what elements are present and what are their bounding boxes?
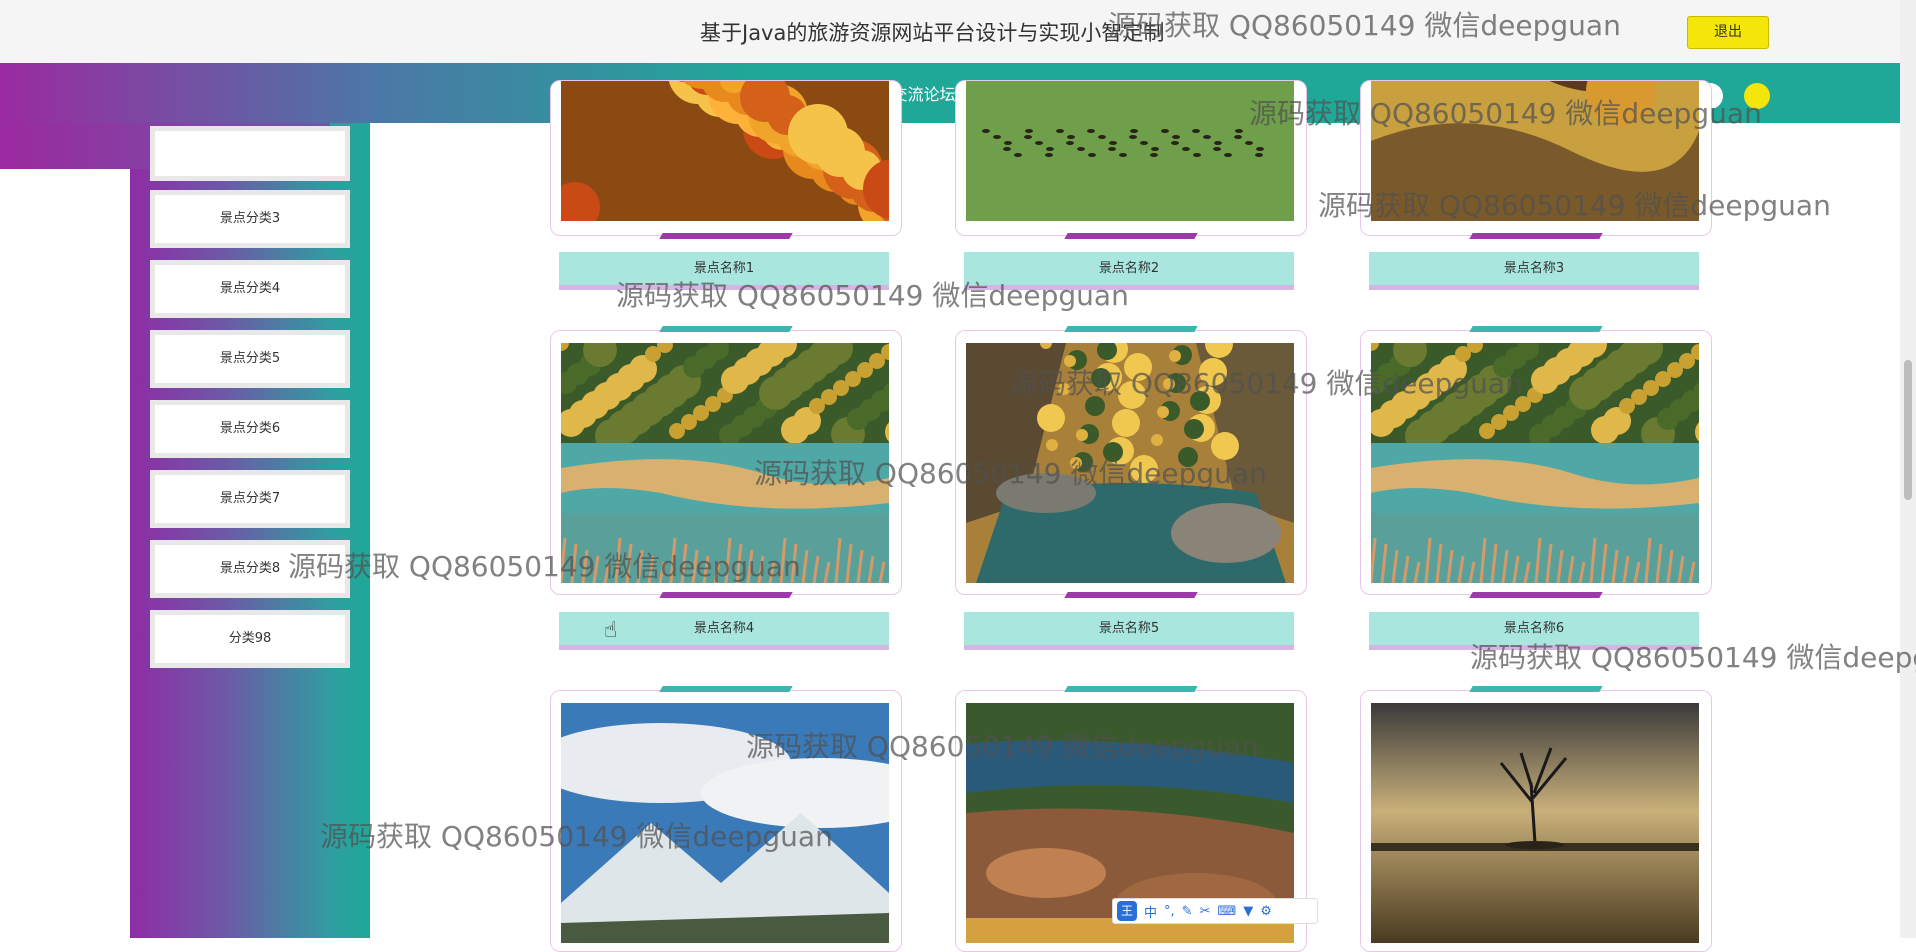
card-top-decoration <box>659 686 793 692</box>
spot-photo[interactable] <box>966 81 1294 221</box>
category-item[interactable]: 景点分类4 <box>150 260 350 318</box>
spot-photo[interactable] <box>1371 81 1699 221</box>
settings-icon[interactable]: ⚙ <box>1260 904 1272 919</box>
spot-photo[interactable] <box>561 343 889 583</box>
spot-photo[interactable] <box>561 81 889 221</box>
category-item[interactable]: 分类98 <box>150 610 350 668</box>
theme-color-dot[interactable] <box>1744 83 1770 109</box>
spot-photo[interactable] <box>561 703 889 951</box>
scrollbar-thumb[interactable] <box>1904 360 1912 500</box>
spot-name[interactable]: 景点名称6 <box>1369 612 1699 650</box>
card-bottom-decoration <box>659 233 793 239</box>
spot-name[interactable]: 景点名称3 <box>1369 252 1699 290</box>
spot-card[interactable] <box>550 326 902 598</box>
spot-card[interactable] <box>550 686 902 952</box>
category-item[interactable]: 景点分类3 <box>150 190 350 248</box>
spot-photo[interactable] <box>1371 703 1699 951</box>
pen-icon[interactable]: ✎ <box>1182 904 1193 919</box>
spot-card[interactable] <box>1360 686 1712 952</box>
spot-card[interactable] <box>955 326 1307 598</box>
card-bottom-decoration <box>1469 592 1603 598</box>
ime-logo-icon: 王 <box>1117 901 1137 921</box>
card-top-decoration <box>1064 326 1198 332</box>
logout-button[interactable]: 退出 <box>1687 16 1769 49</box>
shirt-icon[interactable]: ▼ <box>1243 904 1253 919</box>
card-top-decoration <box>659 326 793 332</box>
spot-card[interactable] <box>1360 326 1712 598</box>
ime-mode[interactable]: 中 <box>1144 902 1157 921</box>
category-item-partial[interactable] <box>150 126 350 181</box>
hand-cursor-icon: ☝ <box>604 618 618 643</box>
card-bottom-decoration <box>1064 233 1198 239</box>
category-item[interactable]: 景点分类5 <box>150 330 350 388</box>
spot-card[interactable] <box>955 80 1307 239</box>
spot-card[interactable] <box>1360 80 1712 239</box>
category-item[interactable]: 景点分类7 <box>150 470 350 528</box>
card-bottom-decoration <box>1064 592 1198 598</box>
ime-toolbar[interactable]: 王 中 °, ✎ ✂ ⌨ ▼ ⚙ <box>1112 898 1318 924</box>
card-bottom-decoration <box>659 592 793 598</box>
card-bottom-decoration <box>1469 233 1603 239</box>
spot-name[interactable]: 景点名称2 <box>964 252 1294 290</box>
category-item[interactable]: 景点分类6 <box>150 400 350 458</box>
card-top-decoration <box>1469 326 1603 332</box>
top-bar: 基于Java的旅游资源网站平台设计与实现小智定制 退出 <box>0 0 1900 63</box>
card-top-decoration <box>1469 686 1603 692</box>
spot-photo[interactable] <box>1371 343 1699 583</box>
scissors-icon[interactable]: ✂ <box>1200 904 1211 919</box>
spot-photo[interactable] <box>966 343 1294 583</box>
punctuation-icon[interactable]: °, <box>1164 904 1175 919</box>
card-top-decoration <box>1064 686 1198 692</box>
spot-name[interactable]: 景点名称5 <box>964 612 1294 650</box>
keyboard-icon[interactable]: ⌨ <box>1217 904 1236 919</box>
spot-name[interactable]: 景点名称1 <box>559 252 889 290</box>
spot-card[interactable] <box>550 80 902 239</box>
site-title: 基于Java的旅游资源网站平台设计与实现小智定制 <box>700 21 1165 45</box>
category-item[interactable]: 景点分类8 <box>150 540 350 598</box>
